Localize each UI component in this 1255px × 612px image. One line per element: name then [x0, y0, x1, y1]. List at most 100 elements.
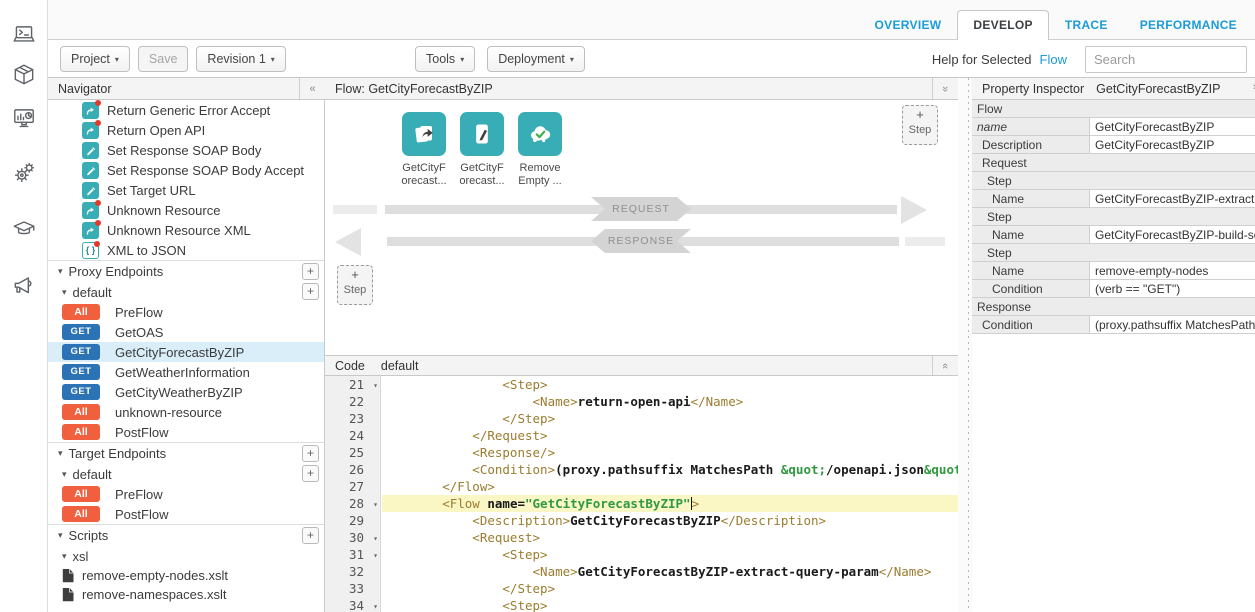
- fold-arrow-icon[interactable]: ▾: [373, 496, 378, 513]
- code-line-24[interactable]: 24 </Request>: [325, 427, 958, 444]
- deployment-menu-button[interactable]: Deployment▾: [487, 46, 585, 72]
- revision-menu-button[interactable]: Revision 1▾: [196, 46, 285, 72]
- code-line-28[interactable]: 28▾ <Flow name="GetCityForecastByZIP">: [325, 495, 958, 512]
- property-value[interactable]: GetCityForecastByZIP: [1090, 136, 1255, 153]
- property-value[interactable]: GetCityForecastByZIP-build-soap: [1090, 226, 1255, 243]
- inspector-row-name[interactable]: NameGetCityForecastByZIP-build-soap: [972, 226, 1255, 244]
- tab-performance[interactable]: PERFORMANCE: [1124, 11, 1253, 39]
- endpoint-flow-postflow[interactable]: AllPostFlow: [48, 504, 324, 524]
- panel-resize-gutter[interactable]: [958, 78, 972, 612]
- inspector-row-name[interactable]: NameGetCityForecastByZIP-extract-qu: [972, 190, 1255, 208]
- add-target-endpoints-button[interactable]: +: [302, 445, 319, 462]
- policy-item[interactable]: Set Response SOAP Body Accept: [48, 160, 324, 180]
- collapse-code-panel-icon[interactable]: «: [932, 356, 958, 375]
- policy-item[interactable]: Unknown Resource XML: [48, 220, 324, 240]
- code-line-22[interactable]: 22 <Name>return-open-api</Name>: [325, 393, 958, 410]
- property-value[interactable]: (proxy.pathsuffix MatchesPath "/c: [1090, 316, 1255, 333]
- script-file-remove-namespaces.xslt[interactable]: remove-namespaces.xslt: [48, 585, 324, 604]
- endpoint-flow-getcityweatherbyzip[interactable]: GETGetCityWeatherByZIP: [48, 382, 324, 402]
- help-flow-link[interactable]: Flow: [1040, 52, 1067, 67]
- fold-arrow-icon[interactable]: ▾: [373, 530, 378, 547]
- code-line-34[interactable]: 34▾ <Step>: [325, 597, 958, 612]
- inspector-row-condition[interactable]: Condition(proxy.pathsuffix MatchesPath "…: [972, 316, 1255, 334]
- code-line-29[interactable]: 29 <Description>GetCityForecastByZIP</De…: [325, 512, 958, 529]
- code-line-33[interactable]: 33 </Step>: [325, 580, 958, 597]
- section-header-target-endpoints[interactable]: ▾Target Endpoints+: [48, 442, 324, 464]
- subsection-default[interactable]: ▾default+: [48, 464, 324, 484]
- section-label: Scripts: [69, 528, 109, 543]
- property-value[interactable]: (verb == "GET"): [1090, 280, 1255, 297]
- endpoint-flow-unknown-resource[interactable]: Allunknown-resource: [48, 402, 324, 422]
- megaphone-icon[interactable]: [11, 272, 37, 298]
- add-step-button-response[interactable]: + Step: [337, 265, 373, 305]
- add-flow-button[interactable]: +: [302, 465, 319, 482]
- inspector-row-request[interactable]: Request: [972, 154, 1255, 172]
- inspector-row-name[interactable]: Nameremove-empty-nodes: [972, 262, 1255, 280]
- code-line-23[interactable]: 23 </Step>: [325, 410, 958, 427]
- endpoint-flow-getoas[interactable]: GETGetOAS: [48, 322, 324, 342]
- endpoint-flow-postflow[interactable]: AllPostFlow: [48, 422, 324, 442]
- code-line-31[interactable]: 31▾ <Step>: [325, 546, 958, 563]
- fold-arrow-icon[interactable]: ▾: [373, 547, 378, 564]
- policy-item[interactable]: Return Generic Error Accept: [48, 100, 324, 120]
- package-icon[interactable]: [11, 62, 37, 88]
- tab-trace[interactable]: TRACE: [1049, 11, 1124, 39]
- line-number: 30▾: [325, 529, 381, 546]
- add-proxy-endpoints-button[interactable]: +: [302, 263, 319, 280]
- gears-icon[interactable]: [11, 160, 37, 186]
- add-flow-button[interactable]: +: [302, 283, 319, 300]
- inspector-row-step[interactable]: Step: [972, 208, 1255, 226]
- code-line-26[interactable]: 26 <Condition>(proxy.pathsuffix MatchesP…: [325, 461, 958, 478]
- code-line-27[interactable]: 27 </Flow>: [325, 478, 958, 495]
- inspector-row-flow[interactable]: Flow: [972, 100, 1255, 118]
- add-step-button-request[interactable]: + Step: [902, 105, 938, 145]
- endpoint-flow-preflow[interactable]: AllPreFlow: [48, 302, 324, 322]
- policy-item[interactable]: Set Response SOAP Body: [48, 140, 324, 160]
- policy-item[interactable]: Set Target URL: [48, 180, 324, 200]
- code-line-30[interactable]: 30▾ <Request>: [325, 529, 958, 546]
- terminal-icon[interactable]: [11, 22, 37, 48]
- tools-menu-button[interactable]: Tools▾: [415, 46, 475, 72]
- policy-item[interactable]: Return Open API: [48, 120, 324, 140]
- tab-develop[interactable]: DEVELOP: [957, 10, 1048, 40]
- add-scripts-button[interactable]: +: [302, 527, 319, 544]
- flow-step-assign-message[interactable]: GetCityForecast...: [458, 112, 506, 188]
- code-line-25[interactable]: 25 <Response/>: [325, 444, 958, 461]
- endpoint-flow-preflow[interactable]: AllPreFlow: [48, 484, 324, 504]
- policy-item[interactable]: Unknown Resource: [48, 200, 324, 220]
- fold-arrow-icon[interactable]: ▾: [373, 377, 378, 394]
- property-value[interactable]: GetCityForecastByZIP-extract-qu: [1090, 190, 1255, 207]
- code-line-32[interactable]: 32 <Name>GetCityForecastByZIP-extract-qu…: [325, 563, 958, 580]
- property-value[interactable]: GetCityForecastByZIP: [1090, 118, 1255, 135]
- collapse-navigator-icon[interactable]: «: [299, 78, 325, 99]
- property-inspector-header: Property Inspector GetCityForecastByZIP …: [972, 78, 1255, 100]
- search-input[interactable]: [1085, 46, 1247, 73]
- inspector-row-name[interactable]: nameGetCityForecastByZIP: [972, 118, 1255, 136]
- subsection-default[interactable]: ▾default+: [48, 282, 324, 302]
- script-file-remove-empty-nodes.xslt[interactable]: remove-empty-nodes.xslt: [48, 566, 324, 585]
- flow-step-xsl-transform[interactable]: RemoveEmpty ...: [516, 112, 564, 188]
- code-line-21[interactable]: 21▾ <Step>: [325, 376, 958, 393]
- subsection-xsl[interactable]: ▾xsl: [48, 546, 324, 566]
- monitor-chart-icon[interactable]: [11, 105, 37, 131]
- inspector-row-response[interactable]: Response: [972, 298, 1255, 316]
- policy-item[interactable]: { }XML to JSON: [48, 240, 324, 260]
- inspector-row-condition[interactable]: Condition(verb == "GET"): [972, 280, 1255, 298]
- flow-step-extract-variables[interactable]: GetCityForecast...: [400, 112, 448, 188]
- tab-overview[interactable]: OVERVIEW: [859, 11, 958, 39]
- inspector-row-step[interactable]: Step: [972, 244, 1255, 262]
- section-header-proxy-endpoints[interactable]: ▾Proxy Endpoints+: [48, 260, 324, 282]
- inspector-row-step[interactable]: Step: [972, 172, 1255, 190]
- code-editor[interactable]: 21▾ <Step>22 <Name>return-open-api</Name…: [325, 376, 958, 612]
- property-value[interactable]: remove-empty-nodes: [1090, 262, 1255, 279]
- fold-arrow-icon[interactable]: ▾: [373, 598, 378, 612]
- file-label: remove-empty-nodes.xslt: [82, 568, 228, 583]
- endpoint-flow-getcityforecastbyzip[interactable]: GETGetCityForecastByZIP: [48, 342, 324, 362]
- section-header-scripts[interactable]: ▾Scripts+: [48, 524, 324, 546]
- step-label: GetCityForecast...: [400, 162, 448, 188]
- graduation-cap-icon[interactable]: [11, 216, 37, 242]
- project-menu-button[interactable]: Project▾: [60, 46, 130, 72]
- endpoint-flow-getweatherinformation[interactable]: GETGetWeatherInformation: [48, 362, 324, 382]
- inspector-row-description[interactable]: DescriptionGetCityForecastByZIP: [972, 136, 1255, 154]
- save-button[interactable]: Save: [138, 46, 189, 72]
